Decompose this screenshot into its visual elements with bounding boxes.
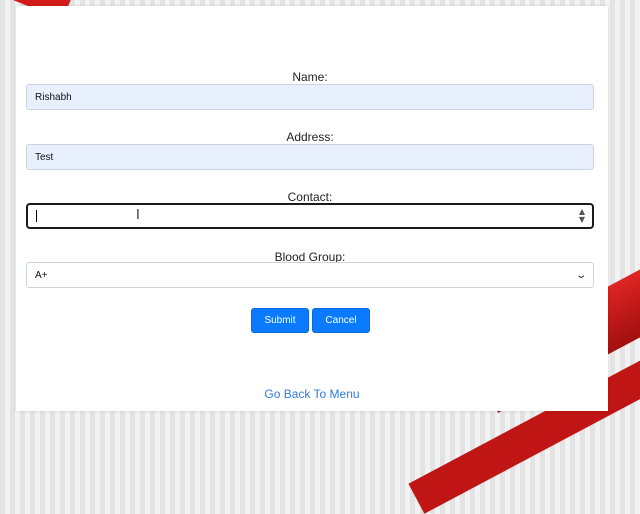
- go-back-link[interactable]: Go Back To Menu: [16, 387, 608, 401]
- spinner-arrows-icon[interactable]: ▲ ▼: [579, 208, 585, 224]
- address-input[interactable]: [26, 144, 594, 170]
- name-input[interactable]: [26, 84, 594, 110]
- cancel-button[interactable]: Cancel: [312, 308, 370, 333]
- chevron-down-icon: ⌄: [574, 269, 587, 281]
- text-cursor-icon: I: [136, 208, 140, 223]
- blood-group-select[interactable]: A+ ⌄: [26, 262, 594, 288]
- address-label: Address:: [286, 130, 334, 144]
- form-card: Name: Address: Contact: I ▲▼ Blood Group…: [16, 6, 608, 411]
- blood-group-selected: A+: [35, 269, 48, 281]
- name-label: Name:: [292, 70, 328, 84]
- contact-label: Contact:: [287, 190, 333, 204]
- contact-input[interactable]: I ▲ ▼: [26, 203, 594, 229]
- text-caret: [36, 210, 37, 222]
- submit-button[interactable]: Submit: [251, 308, 309, 333]
